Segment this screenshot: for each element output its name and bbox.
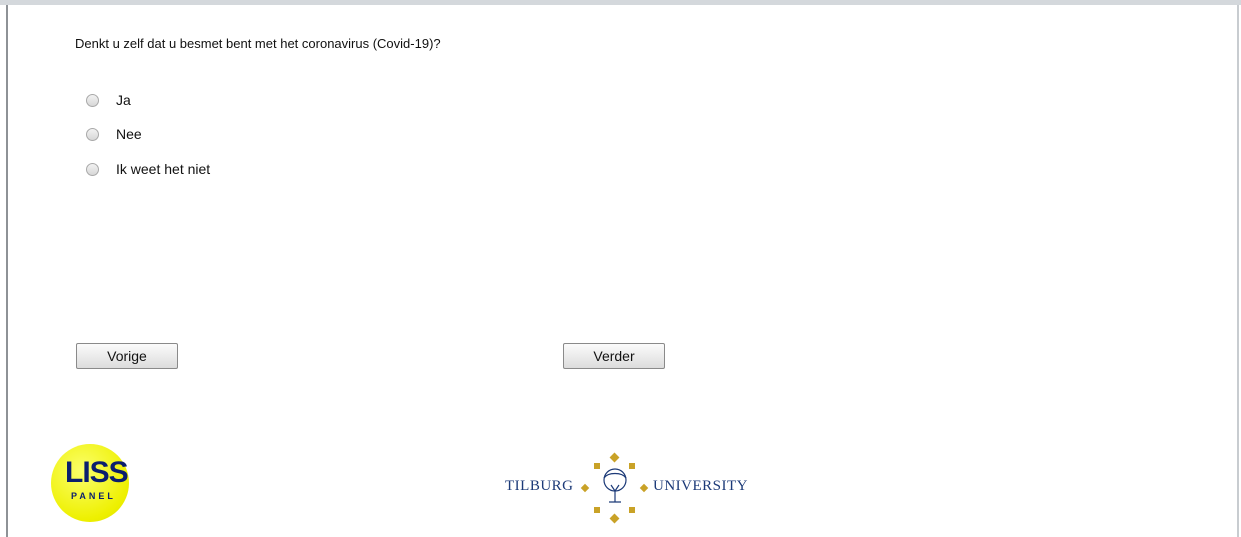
liss-logo-subtext: PANEL [71,491,116,501]
option-ja[interactable]: Ja [86,91,131,109]
tilburg-logo-left-text: TILBURG [505,478,574,494]
window-left-border [6,5,8,537]
tilburg-university-logo: TILBURG UNIVERSITY [505,452,765,524]
tilburg-logo-right-text: UNIVERSITY [653,478,748,494]
previous-button[interactable]: Vorige [76,343,178,369]
option-label-ja: Ja [116,92,131,108]
option-label-nee: Nee [116,126,142,142]
option-nee[interactable]: Nee [86,125,142,143]
window-right-border [1237,5,1239,537]
question-text: Denkt u zelf dat u besmet bent met het c… [75,36,441,51]
next-button[interactable]: Verder [563,343,665,369]
window-top-border [0,0,1241,5]
option-weet-niet[interactable]: Ik weet het niet [86,160,210,178]
radio-nee[interactable] [86,127,99,141]
radio-weet-niet[interactable] [86,162,99,176]
liss-logo-text: LISS [65,456,129,489]
tilburg-emblem-icon [580,452,649,524]
radio-ja[interactable] [86,93,99,107]
liss-panel-logo: LISS PANEL [51,444,129,522]
option-label-weet-niet: Ik weet het niet [116,161,211,177]
